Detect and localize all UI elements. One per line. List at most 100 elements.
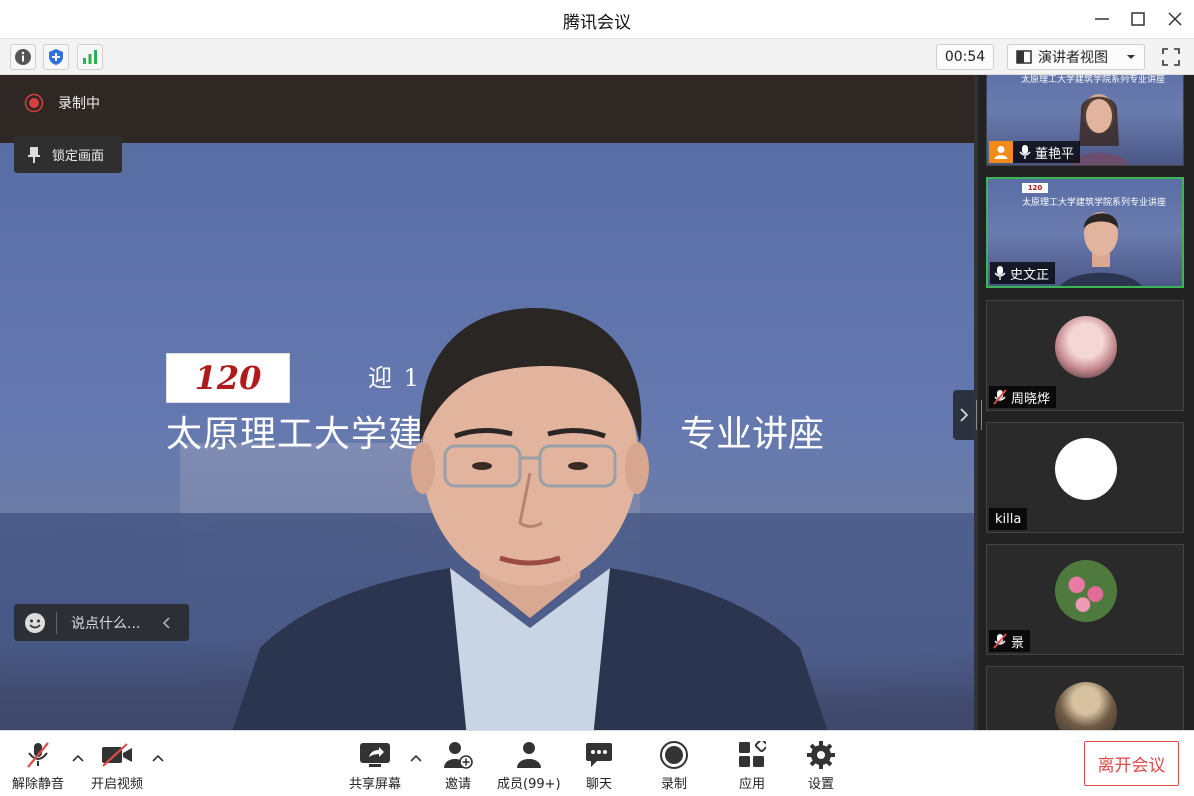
participant-avatar xyxy=(1055,560,1117,622)
chevron-up-icon xyxy=(410,754,422,762)
add-person-icon xyxy=(444,742,473,769)
participant-avatar xyxy=(1055,682,1117,730)
camera-off-icon xyxy=(102,743,132,767)
participant-nameplate: 周晓烨 xyxy=(989,386,1057,408)
resize-grip[interactable] xyxy=(976,400,982,430)
participant-nameplate: 史文正 xyxy=(990,262,1056,284)
host-badge xyxy=(989,141,1013,163)
participant-tile-active[interactable]: 120 太原理工大学建筑学院系列专业讲座 史文正 xyxy=(986,177,1184,288)
recording-indicator: 录制中 xyxy=(24,93,100,113)
close-button[interactable] xyxy=(1163,7,1187,31)
microphone-icon xyxy=(1019,145,1031,159)
participant-nameplate: 景 xyxy=(989,630,1031,652)
quick-chat-separator xyxy=(56,611,57,634)
invite-label: 邀请 xyxy=(444,777,471,792)
apps-label: 应用 xyxy=(738,777,765,792)
quick-chat-input[interactable]: 说点什么... xyxy=(71,613,161,633)
fullscreen-button[interactable] xyxy=(1158,44,1184,70)
bottom-toolbar: 解除静音 开启视频 共享屏幕 邀请 成员(99+) 聊天 录制 应用 设置 离开… xyxy=(0,730,1194,796)
info-icon xyxy=(15,49,31,65)
microphone-muted-icon xyxy=(27,742,49,768)
participant-name: 周晓烨 xyxy=(1011,391,1051,407)
participant-tile[interactable]: killa xyxy=(986,422,1184,533)
network-status-button[interactable] xyxy=(77,44,103,70)
main-video-stage[interactable]: 120 迎 1 太原理工大学建 专业讲座 录制中 锁定画面 说点什么... xyxy=(0,75,974,730)
share-screen-label: 共享屏幕 xyxy=(349,777,402,792)
video-options-caret[interactable] xyxy=(151,751,165,765)
chat-button[interactable]: 聊天 xyxy=(582,739,616,792)
emoji-icon xyxy=(25,612,45,633)
record-label: 录制 xyxy=(660,777,687,792)
audio-options-caret[interactable] xyxy=(71,751,85,765)
members-button[interactable]: 成员(99+) xyxy=(497,739,561,792)
title-bar: 腾讯会议 xyxy=(0,0,1194,38)
start-video-label: 开启视频 xyxy=(91,777,144,792)
sidebar-toggle-button[interactable] xyxy=(953,390,974,440)
shield-icon xyxy=(49,49,63,65)
recording-label: 录制中 xyxy=(58,96,100,112)
participant-sidebar: 120 太原理工大学建筑学院系列专业讲座 董艳平 120 太原理工大学建筑学院系… xyxy=(974,75,1194,730)
participant-nameplate: 董艳平 xyxy=(989,141,1081,163)
speaker-video: 120 迎 1 太原理工大学建 专业讲座 xyxy=(0,143,974,730)
minimize-icon xyxy=(1095,18,1109,20)
record-icon xyxy=(660,741,688,769)
minimize-button[interactable] xyxy=(1090,7,1114,31)
maximize-button[interactable] xyxy=(1126,7,1150,31)
chevron-up-icon xyxy=(152,754,164,762)
participant-tile[interactable]: 景 xyxy=(986,544,1184,655)
participant-name: killa xyxy=(995,511,1022,527)
microphone-muted-icon xyxy=(993,389,1007,405)
person-icon xyxy=(994,146,1008,159)
chevron-left-icon xyxy=(162,616,170,629)
participant-avatar xyxy=(1055,316,1117,378)
microphone-icon xyxy=(994,266,1006,280)
apps-icon xyxy=(739,741,766,767)
view-mode-select[interactable]: 演讲者视图 xyxy=(1007,44,1145,70)
participant-tile[interactable]: 120 太原理工大学建筑学院系列专业讲座 董艳平 xyxy=(986,75,1184,166)
leave-meeting-button[interactable]: 离开会议 xyxy=(1084,741,1179,786)
participant-tile[interactable]: 周晓烨 xyxy=(986,300,1184,411)
chevron-down-icon xyxy=(1127,55,1135,59)
participant-avatar xyxy=(1055,438,1117,500)
chat-label: 聊天 xyxy=(585,777,612,792)
lock-view-button[interactable]: 锁定画面 xyxy=(14,136,122,173)
gear-icon xyxy=(807,741,835,769)
fullscreen-icon xyxy=(1162,48,1180,66)
signal-icon xyxy=(83,50,97,64)
participant-name: 董艳平 xyxy=(1035,146,1075,162)
settings-label: 设置 xyxy=(807,777,834,792)
record-button[interactable]: 录制 xyxy=(657,739,691,792)
participant-name: 景 xyxy=(1011,635,1025,651)
quick-chat-bar[interactable]: 说点什么... xyxy=(14,604,189,641)
share-screen-icon xyxy=(360,743,390,767)
chevron-up-icon xyxy=(72,754,84,762)
meeting-info-bar: 00:54 演讲者视图 xyxy=(0,38,1194,75)
share-options-caret[interactable] xyxy=(409,751,423,765)
invite-button[interactable]: 邀请 xyxy=(441,739,475,792)
members-label: 成员(99+) xyxy=(497,777,561,792)
meeting-info-button[interactable] xyxy=(10,44,36,70)
speaker-figure xyxy=(232,308,828,730)
participant-name: 史文正 xyxy=(1010,267,1050,283)
close-icon xyxy=(1168,12,1182,26)
recording-icon xyxy=(24,93,44,113)
chevron-right-icon xyxy=(959,408,968,422)
participant-nameplate: killa xyxy=(989,508,1028,530)
pin-icon xyxy=(28,146,40,163)
share-screen-button[interactable]: 共享屏幕 xyxy=(349,739,401,792)
start-video-button[interactable]: 开启视频 xyxy=(91,739,143,792)
view-mode-label: 演讲者视图 xyxy=(1038,50,1108,66)
window-title: 腾讯会议 xyxy=(563,13,631,33)
microphone-muted-icon xyxy=(993,633,1007,649)
members-icon xyxy=(516,742,541,768)
lock-view-label: 锁定画面 xyxy=(52,149,105,164)
chat-icon xyxy=(586,743,612,767)
settings-button[interactable]: 设置 xyxy=(804,739,838,792)
meeting-timer: 00:54 xyxy=(936,44,994,70)
unmute-label: 解除静音 xyxy=(12,777,65,792)
maximize-icon xyxy=(1131,12,1145,26)
unmute-button[interactable]: 解除静音 xyxy=(12,739,64,792)
apps-button[interactable]: 应用 xyxy=(735,739,769,792)
participant-tile[interactable] xyxy=(986,666,1184,730)
security-button[interactable] xyxy=(43,44,69,70)
